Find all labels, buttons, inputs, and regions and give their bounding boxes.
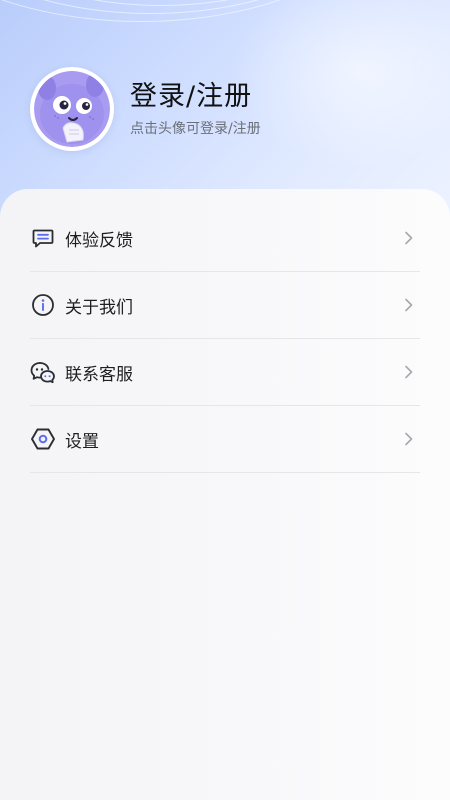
menu-item-customer-service[interactable]: 联系客服 xyxy=(30,339,420,406)
avatar[interactable] xyxy=(30,67,114,151)
chevron-right-icon xyxy=(402,298,416,312)
menu-item-about-us[interactable]: 关于我们 xyxy=(30,272,420,339)
login-register-title[interactable]: 登录/注册 xyxy=(130,80,261,114)
chevron-right-icon xyxy=(402,365,416,379)
cartoon-mascot-avatar-icon xyxy=(34,71,110,147)
menu-item-label: 体验反馈 xyxy=(65,230,133,251)
feedback-message-icon xyxy=(30,225,56,251)
settings-hexagon-icon xyxy=(30,426,56,452)
customer-service-chat-icon xyxy=(30,359,56,385)
menu-item-feedback[interactable]: 体验反馈 xyxy=(30,205,420,272)
menu-item-label: 联系客服 xyxy=(65,364,133,385)
profile-section: 登录/注册 点击头像可登录/注册 xyxy=(30,67,261,151)
header-glow xyxy=(230,0,450,170)
login-hint: 点击头像可登录/注册 xyxy=(130,121,261,137)
menu-item-label: 关于我们 xyxy=(65,297,133,318)
chevron-right-icon xyxy=(402,432,416,446)
menu-list: 体验反馈 关于我们 联系客服 设置 xyxy=(30,205,420,473)
chevron-right-icon xyxy=(402,231,416,245)
menu-item-settings[interactable]: 设置 xyxy=(30,406,420,473)
profile-text: 登录/注册 点击头像可登录/注册 xyxy=(130,80,261,138)
info-circle-icon xyxy=(30,292,56,318)
menu-item-label: 设置 xyxy=(65,431,99,452)
menu-card: 体验反馈 关于我们 联系客服 设置 xyxy=(0,189,450,800)
